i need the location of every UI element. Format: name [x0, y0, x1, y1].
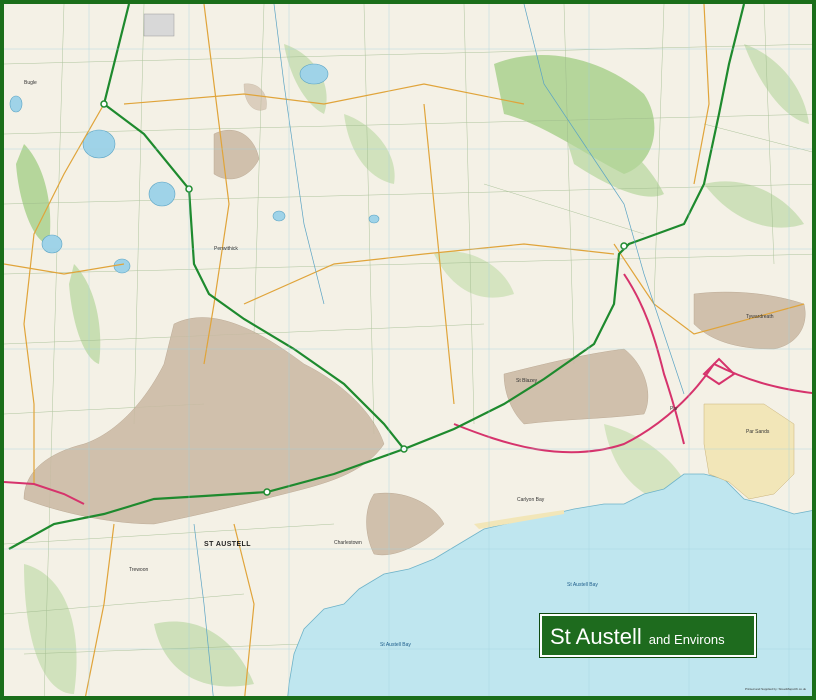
map-frame: ST AUSTELL St Austell Bay St Austell Bay… [0, 0, 816, 700]
place-label-st-blazey: St Blazey [516, 378, 538, 384]
clay-works [143, 13, 175, 37]
map-canvas[interactable] [4, 4, 816, 700]
map-subtitle: and Environs [648, 632, 725, 647]
sea-label-st-austell-bay-west: St Austell Bay [380, 642, 411, 648]
sea-label-st-austell-bay: St Austell Bay [567, 582, 598, 588]
place-label-par: Par [670, 406, 678, 412]
place-label-par-sands: Par Sands [746, 429, 770, 435]
place-label-st-austell: ST AUSTELL [204, 541, 251, 548]
place-label-bugle: Bugle [24, 80, 37, 86]
place-label-tywardreath: Tywardreath [746, 314, 774, 320]
place-label-carlyon-bay: Carlyon Bay [517, 497, 545, 503]
place-label-charlestown: Charlestown [334, 540, 362, 546]
publisher-credit: Printed and Supplied by: StreetMapsUK.co… [744, 687, 806, 691]
place-label-trewoon: Trewoon [129, 567, 149, 573]
place-label-penwithick: Penwithick [214, 246, 238, 252]
map-title-box: St Austell and Environs [539, 613, 757, 658]
map-title: St Austell [550, 624, 642, 649]
